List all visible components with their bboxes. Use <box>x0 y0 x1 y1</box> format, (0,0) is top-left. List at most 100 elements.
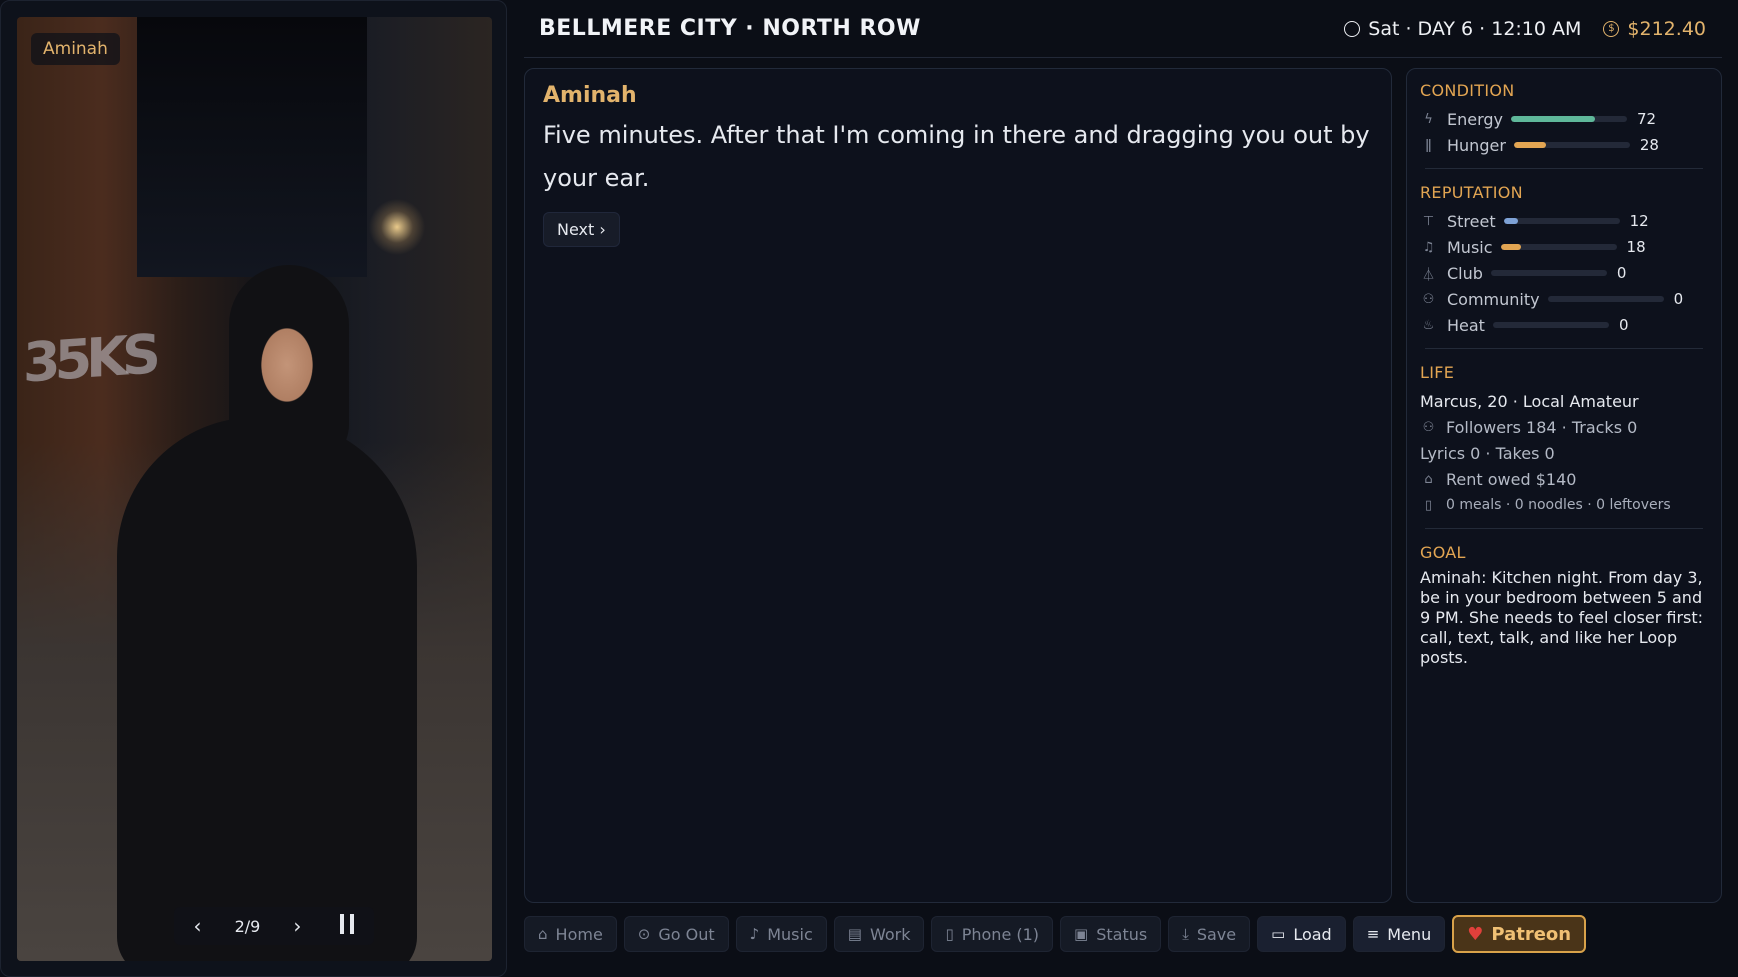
portrait-sky <box>137 17 367 277</box>
folder-icon: ▭ <box>1271 925 1286 943</box>
save-button[interactable]: ⤓ Save <box>1168 916 1251 952</box>
reputation-title: REPUTATION <box>1420 183 1523 202</box>
music-note-icon: ♫ <box>1422 239 1435 255</box>
stat-value: 12 <box>1629 212 1649 230</box>
divider <box>1425 348 1703 349</box>
microphone-icon: ♪ <box>749 925 760 943</box>
money-display: $ $212.40 <box>1603 18 1706 40</box>
portrait-figure-head <box>229 265 349 465</box>
stat-value: 0 <box>1618 316 1629 334</box>
menu-label: Menu <box>1387 924 1432 944</box>
work-button[interactable]: ▤ Work <box>833 916 925 952</box>
divider <box>1425 528 1703 529</box>
dialogue-speaker: Aminah <box>543 83 637 108</box>
money-value: $212.40 <box>1627 17 1706 40</box>
go-out-label: Go Out <box>658 924 715 944</box>
work-label: Work <box>869 924 911 944</box>
dialogue-panel: Aminah Five minutes. After that I'm comi… <box>524 68 1392 903</box>
stat-bar <box>1492 322 1609 328</box>
goal-title: GOAL <box>1420 543 1466 562</box>
goal-text: Aminah: Kitchen night. From day 3, be in… <box>1420 568 1704 667</box>
stat-bar <box>1503 218 1620 224</box>
pause-button[interactable] <box>334 913 360 939</box>
rent-line: ⌂ Rent owed $140 <box>1420 466 1708 492</box>
stat-label: Community <box>1447 289 1540 309</box>
music-label: Music <box>767 924 813 944</box>
people-icon: ⚇ <box>1422 291 1435 307</box>
flask-icon: ⏃ <box>1421 267 1435 283</box>
gallery-counter: 2/9 <box>234 916 261 936</box>
house-icon: ⌂ <box>1424 471 1433 487</box>
music-button[interactable]: ♪ Music <box>735 916 827 952</box>
home-button[interactable]: ⌂ Home <box>524 916 617 952</box>
location-title: BELLMERE CITY · NORTH ROW <box>539 16 921 41</box>
stat-street: ⊤ Street 12 <box>1420 208 1708 234</box>
lightning-icon: ϟ <box>1424 111 1433 127</box>
map-pin-icon: ⊙ <box>637 925 651 943</box>
stat-label: Heat <box>1447 315 1485 335</box>
save-label: Save <box>1196 924 1237 944</box>
go-out-button[interactable]: ⊙ Go Out <box>623 916 729 952</box>
stat-bar <box>1500 244 1617 250</box>
utensils-icon: ǁ <box>1425 137 1432 153</box>
chevron-right-icon[interactable]: › <box>287 914 307 938</box>
stat-value: 18 <box>1626 238 1646 256</box>
food-line: ▯ 0 meals · 0 noodles · 0 leftovers <box>1420 492 1708 518</box>
stat-club: ⏃ Club 0 <box>1420 260 1708 286</box>
stat-bar <box>1513 142 1630 148</box>
top-bar: BELLMERE CITY · NORTH ROW Sat · DAY 6 · … <box>524 0 1722 58</box>
stat-label: Energy <box>1447 109 1504 129</box>
signpost-icon: ⊤ <box>1422 213 1435 229</box>
stat-energy: ϟ Energy 72 <box>1420 106 1708 132</box>
stat-bar <box>1547 296 1664 302</box>
coin-icon: $ <box>1603 20 1620 37</box>
phone-icon: ▯ <box>945 925 954 943</box>
clock-text: Sat · DAY 6 · 12:10 AM <box>1368 17 1582 40</box>
phone-button[interactable]: ▯ Phone (1) <box>931 916 1054 952</box>
followers-text: Followers 184 · Tracks 0 <box>1446 417 1638 437</box>
load-label: Load <box>1293 924 1332 944</box>
stat-bar <box>1490 270 1607 276</box>
stat-bar-fill <box>1500 244 1522 250</box>
phone-label: Phone (1) <box>961 924 1040 944</box>
stats-sidebar: CONDITION ϟ Energy 72 ǁ Hunger 28 REPUTATION … <box>1406 68 1722 903</box>
clock-icon <box>1344 20 1361 37</box>
status-button[interactable]: ▣ Status <box>1060 916 1162 952</box>
followers-line: ⚇ Followers 184 · Tracks 0 <box>1420 414 1708 440</box>
menu-button[interactable]: ≡ Menu <box>1352 916 1446 952</box>
patreon-label: Patreon <box>1491 923 1572 945</box>
stat-bar-fill <box>1511 116 1595 122</box>
next-button[interactable]: Next › <box>543 212 620 247</box>
status-label: Status <box>1096 924 1148 944</box>
bag-icon: ▯ <box>1424 497 1433 513</box>
stat-label: Club <box>1447 263 1483 283</box>
briefcase-icon: ▤ <box>847 925 862 943</box>
gallery-controls: ‹ 2/9 › <box>174 907 374 945</box>
patreon-button[interactable]: ♥ Patreon <box>1452 915 1587 953</box>
load-button[interactable]: ▭ Load <box>1257 916 1346 952</box>
followers-icon: ⚇ <box>1422 419 1435 435</box>
lyrics-line: Lyrics 0 · Takes 0 <box>1420 443 1555 463</box>
stat-label: Music <box>1447 237 1493 257</box>
life-title: LIFE <box>1420 363 1455 382</box>
action-bar: ⌂ Home ⊙ Go Out ♪ Music ▤ Work ▯ Phone (1) ▣ S… <box>524 915 1587 954</box>
pause-icon <box>340 913 355 934</box>
stat-value: 28 <box>1639 136 1659 154</box>
hamburger-icon: ≡ <box>1366 925 1380 943</box>
home-label: Home <box>555 924 603 944</box>
stat-label: Hunger <box>1447 135 1506 155</box>
stat-value: 72 <box>1637 110 1657 128</box>
stat-heat: ♨ Heat 0 <box>1420 312 1708 338</box>
home-icon: ⌂ <box>538 925 548 943</box>
flame-icon: ♨ <box>1422 317 1435 333</box>
stat-community: ⚇ Community 0 <box>1420 286 1708 312</box>
character-portrait: 35KS <box>17 17 492 961</box>
stat-hunger: ǁ Hunger 28 <box>1420 132 1708 158</box>
heart-icon: ♥ <box>1467 923 1484 945</box>
rent-text: Rent owed $140 <box>1446 469 1577 489</box>
food-text: 0 meals · 0 noodles · 0 leftovers <box>1446 497 1671 513</box>
portrait-figure-body <box>117 417 417 961</box>
chevron-left-icon[interactable]: ‹ <box>188 914 208 938</box>
stat-value: 0 <box>1673 290 1684 308</box>
stat-music: ♫ Music 18 <box>1420 234 1708 260</box>
